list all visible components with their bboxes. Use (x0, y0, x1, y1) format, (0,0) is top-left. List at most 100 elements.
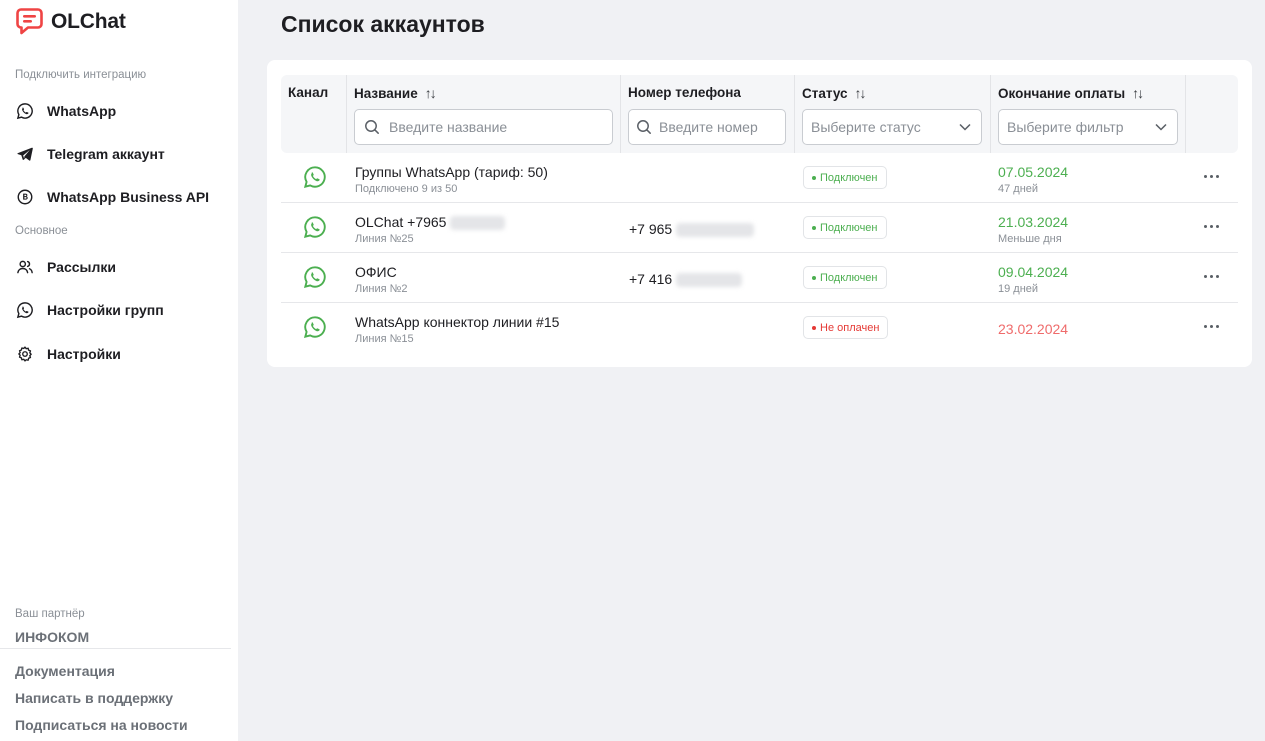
whatsapp-icon (303, 266, 326, 289)
status-filter-select[interactable]: Выберите статус (802, 109, 982, 145)
account-name: OLChat +7965 (355, 214, 447, 230)
status-dot (812, 325, 816, 330)
sidebar-item-label: WhatsApp Business API (47, 189, 210, 205)
status-text: Подключен (820, 171, 878, 184)
more-actions-button[interactable] (1201, 216, 1221, 236)
column-label: Канал (288, 85, 329, 100)
whatsapp-icon (15, 101, 35, 121)
column-payment-end: Окончание оплаты ↑↓ Выберите фильтр (991, 75, 1186, 153)
sidebar-item-telegram[interactable]: Telegram аккаунт (15, 140, 230, 168)
table-row[interactable]: OLChat +7965 Линия №25 +7 965 Подключен … (281, 203, 1238, 253)
sidebar-item-label: WhatsApp (47, 103, 117, 119)
account-subtitle: Линия №25 (355, 233, 414, 245)
sort-payment-button[interactable]: Окончание оплаты ↑↓ (998, 85, 1144, 101)
more-actions-button[interactable] (1201, 266, 1221, 286)
status-text: Подключен (820, 271, 878, 284)
table-row[interactable]: WhatsApp коннектор линии #15 Линия №15 Н… (281, 303, 1238, 353)
accounts-table-card: Канал Название ↑↓ Введите название Номер … (267, 60, 1252, 367)
payment-days-left: 47 дней (998, 183, 1039, 195)
telegram-icon (15, 144, 35, 164)
documentation-link[interactable]: Документация (15, 663, 115, 679)
sidebar-item-mailings[interactable]: Рассылки (15, 253, 230, 281)
sort-icon: ↑↓ (424, 85, 437, 101)
whatsapp-icon (303, 166, 326, 189)
chat-logo-icon (16, 8, 43, 35)
status-text: Не оплачен (820, 321, 880, 334)
chevron-down-icon (1155, 123, 1167, 131)
status-text: Подключен (820, 221, 878, 234)
sidebar-item-label: Рассылки (47, 259, 116, 275)
app-title: OLChat (51, 9, 126, 33)
phone-number: +7 965 (629, 221, 755, 238)
whatsapp-icon (303, 316, 326, 339)
users-icon (15, 257, 35, 277)
payment-days-left: 19 дней (998, 283, 1039, 295)
phone-number: +7 416 (629, 271, 743, 288)
subscribe-news-link[interactable]: Подписаться на новости (15, 717, 188, 733)
filter-placeholder: Выберите статус (811, 119, 921, 135)
business-api-icon (15, 187, 35, 207)
sort-icon: ↑↓ (854, 85, 867, 101)
table-row[interactable]: ОФИС Линия №2 +7 416 Подключен 09.04.202… (281, 253, 1238, 303)
payment-end-date: 09.04.2024 (998, 264, 1069, 280)
column-phone: Номер телефона Введите номер (621, 75, 795, 153)
account-name[interactable]: ОФИС (355, 264, 397, 280)
partner-label: Ваш партнёр (15, 608, 85, 620)
search-icon (637, 120, 651, 134)
account-name[interactable]: Группы WhatsApp (тариф: 50) (355, 164, 548, 180)
filter-placeholder: Выберите фильтр (1007, 119, 1124, 135)
filter-placeholder: Введите название (389, 119, 508, 135)
sort-name-button[interactable]: Название ↑↓ (354, 85, 437, 101)
payment-end-date: 21.03.2024 (998, 214, 1069, 230)
account-name-wrap[interactable]: OLChat +7965 (355, 214, 506, 231)
account-subtitle: Линия №15 (355, 333, 414, 345)
redacted-digits (676, 223, 755, 238)
redacted-digits (450, 216, 506, 231)
payment-filter-select[interactable]: Выберите фильтр (998, 109, 1178, 145)
phone-prefix: +7 965 (629, 221, 673, 237)
phone-filter-input[interactable]: Введите номер (628, 109, 786, 145)
whatsapp-icon (303, 216, 326, 239)
sidebar-item-settings[interactable]: Настройки (15, 340, 230, 368)
status-dot (812, 175, 816, 180)
sidebar: OLChat Подключить интеграцию WhatsApp Te… (0, 0, 238, 741)
more-actions-button[interactable] (1201, 316, 1221, 336)
sort-icon: ↑↓ (1132, 85, 1144, 101)
account-subtitle: Линия №2 (355, 283, 408, 295)
partner-name: ИНФОКОМ (15, 629, 90, 645)
redacted-digits (676, 273, 743, 288)
name-filter-input[interactable]: Введите название (354, 109, 613, 145)
phone-prefix: +7 416 (629, 271, 673, 287)
column-label: Статус (802, 85, 848, 101)
sidebar-item-group-settings[interactable]: Настройки групп (15, 296, 230, 324)
search-icon (365, 120, 379, 134)
chevron-down-icon (959, 123, 971, 131)
support-link[interactable]: Написать в поддержку (15, 690, 173, 706)
status-badge: Подключен (803, 266, 887, 289)
sort-status-button[interactable]: Статус ↑↓ (802, 85, 867, 101)
payment-end-date: 23.02.2024 (998, 321, 1069, 337)
more-actions-button[interactable] (1201, 166, 1221, 186)
status-badge: Подключен (803, 166, 887, 189)
table-row[interactable]: Группы WhatsApp (тариф: 50) Подключено 9… (281, 153, 1238, 203)
column-status: Статус ↑↓ Выберите статус (795, 75, 991, 153)
sidebar-item-label: Настройки групп (47, 302, 164, 318)
logo[interactable]: OLChat (15, 7, 126, 36)
column-label: Название (354, 85, 418, 101)
column-label: Окончание оплаты (998, 85, 1126, 101)
whatsapp-icon (15, 300, 35, 320)
page-title: Список аккаунтов (281, 11, 485, 37)
sidebar-item-whatsapp[interactable]: WhatsApp (15, 97, 230, 125)
sidebar-item-business-api[interactable]: WhatsApp Business API (15, 183, 230, 211)
table-header: Канал Название ↑↓ Введите название Номер … (281, 75, 1238, 153)
sidebar-divider (0, 648, 231, 649)
status-dot (812, 225, 816, 230)
account-name[interactable]: WhatsApp коннектор линии #15 (355, 314, 559, 330)
status-badge: Подключен (803, 216, 887, 239)
sidebar-item-label: Настройки (47, 346, 121, 362)
payment-days-left: Меньше дня (998, 233, 1062, 245)
payment-end-date: 07.05.2024 (998, 164, 1069, 180)
column-channel: Канал (281, 75, 347, 153)
column-name: Название ↑↓ Введите название (347, 75, 621, 153)
section-label-main: Основное (15, 225, 68, 237)
